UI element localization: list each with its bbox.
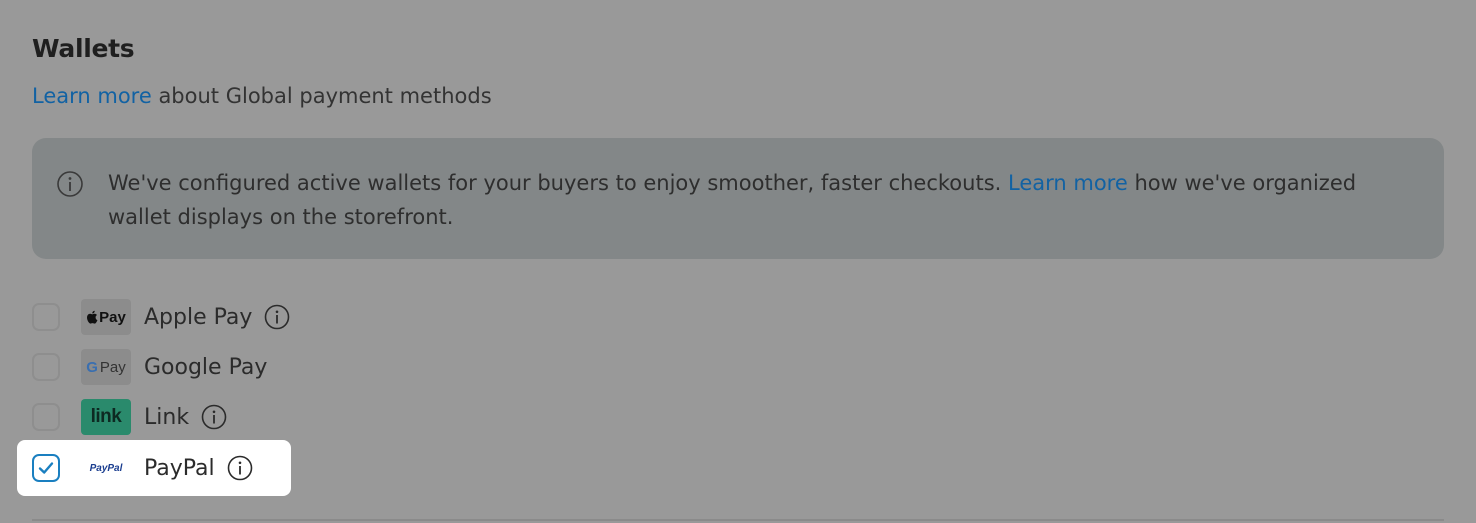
banner-text: We've configured active wallets for your… — [108, 166, 1408, 234]
google-pay-logo: G Pay — [81, 349, 131, 385]
wallets-subtitle: Learn more about Global payment methods — [32, 84, 492, 108]
link-logo: link — [81, 399, 131, 435]
apple-pay-logo-text: Pay — [99, 308, 126, 326]
banner-learn-more-link[interactable]: Learn more — [1008, 171, 1128, 195]
wallet-row-apple-pay: Pay Apple Pay — [32, 297, 290, 337]
apple-pay-info-icon[interactable] — [264, 304, 290, 330]
paypal-checkbox[interactable] — [32, 454, 60, 482]
google-pay-label: Google Pay — [144, 354, 268, 380]
subtitle-text: about Global payment methods — [151, 84, 492, 108]
google-g-icon: G — [86, 358, 98, 376]
info-banner: We've configured active wallets for your… — [32, 138, 1444, 259]
paypal-logo-text: PayPal — [89, 462, 123, 474]
apple-icon — [86, 310, 98, 324]
link-logo-text: link — [90, 406, 122, 427]
paypal-logo: PayPal — [81, 450, 131, 486]
apple-pay-label: Apple Pay — [144, 304, 253, 330]
learn-more-link[interactable]: Learn more — [32, 84, 152, 108]
banner-text-before: We've configured active wallets for your… — [108, 171, 1008, 195]
wallet-row-paypal: PayPal PayPal — [32, 448, 253, 488]
wallet-row-google-pay: G Pay Google Pay — [32, 347, 267, 387]
google-pay-checkbox[interactable] — [32, 353, 60, 381]
link-label: Link — [144, 404, 190, 430]
wallets-title: Wallets — [32, 34, 135, 63]
checkmark-icon — [37, 459, 55, 477]
wallet-row-link: link Link — [32, 397, 227, 437]
apple-pay-logo: Pay — [81, 299, 131, 335]
section-divider — [32, 519, 1444, 521]
paypal-label: PayPal — [144, 455, 215, 481]
paypal-info-icon[interactable] — [227, 455, 253, 481]
google-pay-logo-text: Pay — [99, 358, 126, 376]
info-icon — [56, 170, 84, 202]
link-info-icon[interactable] — [201, 404, 227, 430]
link-checkbox[interactable] — [32, 403, 60, 431]
apple-pay-checkbox[interactable] — [32, 303, 60, 331]
